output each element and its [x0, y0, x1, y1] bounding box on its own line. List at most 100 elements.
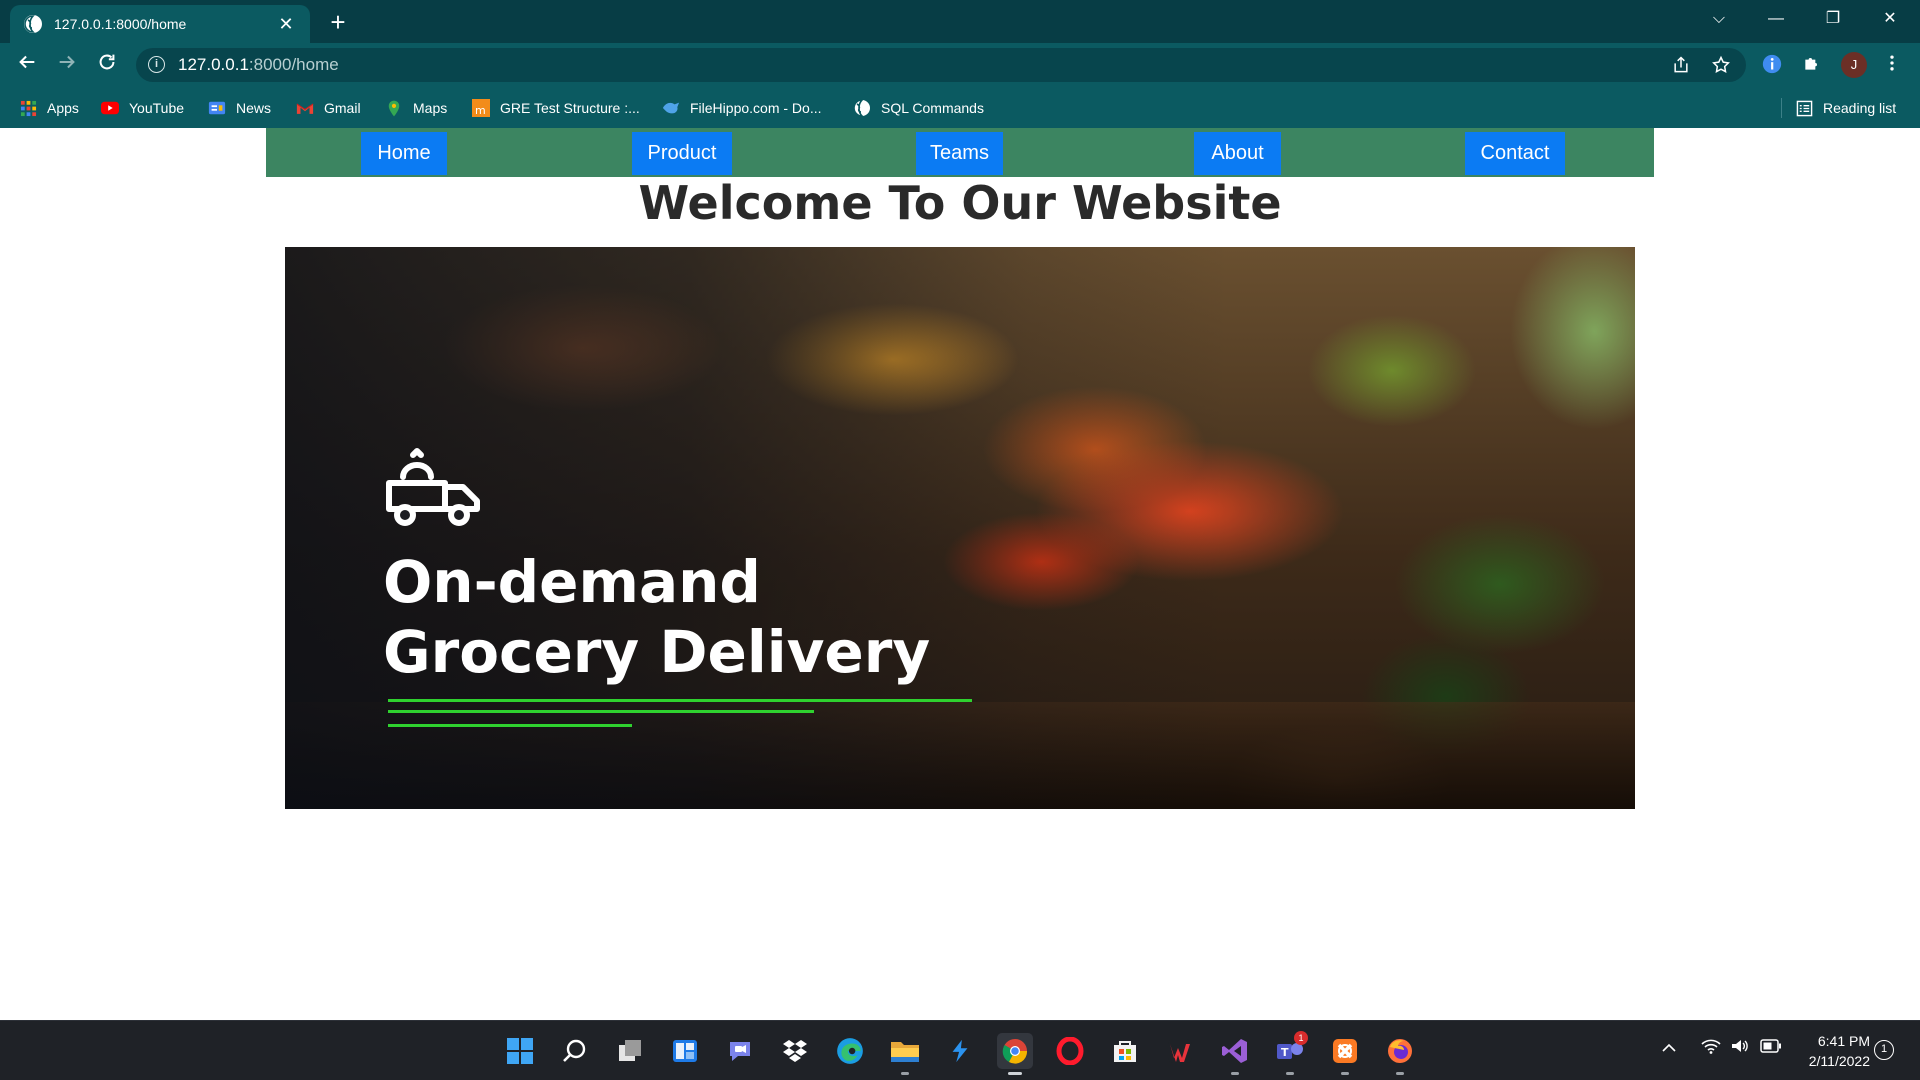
bookmark-news[interactable]: News [208, 97, 271, 119]
tab-title: 127.0.0.1:8000/home [54, 16, 187, 32]
extension-info-icon[interactable] [1760, 53, 1784, 77]
browser-menu-icon[interactable] [1880, 53, 1904, 77]
reading-list-label: Reading list [1823, 100, 1897, 116]
filehippo-icon [662, 99, 680, 117]
wps-office-icon[interactable] [1162, 1033, 1198, 1069]
vscode-app-icon[interactable] [942, 1033, 978, 1069]
xampp-icon[interactable] [1327, 1033, 1363, 1075]
visual-studio-icon[interactable] [1217, 1033, 1253, 1075]
bookmark-apps[interactable]: Apps [19, 97, 79, 119]
reload-button[interactable] [93, 51, 121, 79]
reading-list-button[interactable]: Reading list [1795, 97, 1896, 119]
back-arrow-icon [19, 55, 35, 69]
nav-contact-button[interactable]: Contact [1465, 132, 1565, 175]
bookmark-label: SQL Commands [881, 100, 984, 116]
share-icon[interactable] [1670, 55, 1692, 77]
search-icon[interactable] [557, 1033, 593, 1069]
bookmark-label: GRE Test Structure :... [500, 100, 640, 116]
chrome-app-icon[interactable] [997, 1033, 1033, 1075]
address-bar[interactable]: i 127.0.0.1:8000/home [136, 48, 1746, 82]
opera-icon[interactable] [1052, 1033, 1088, 1069]
running-indicator [1396, 1072, 1404, 1075]
url-text: 127.0.0.1:8000/home [178, 55, 339, 74]
bookmarks-separator [1781, 98, 1782, 118]
nav-product-button[interactable]: Product [632, 132, 732, 175]
bookmark-gmail[interactable]: Gmail [296, 97, 361, 119]
close-window-button[interactable]: ✕ [1867, 4, 1913, 34]
hero-banner-image: On-demand Grocery Delivery [285, 247, 1635, 809]
bookmark-label: Apps [47, 100, 79, 116]
site-navbar: Home Product Teams About Contact [266, 128, 1654, 177]
widgets-icon[interactable] [667, 1033, 703, 1069]
volume-icon[interactable] [1730, 1038, 1750, 1058]
browser-tab[interactable]: 127.0.0.1:8000/home ✕ [10, 5, 310, 43]
running-indicator [1286, 1072, 1294, 1075]
restore-button[interactable]: ❐ [1810, 4, 1856, 34]
hero-line-2: Grocery Delivery [383, 618, 931, 686]
file-explorer-icon[interactable] [887, 1033, 923, 1075]
bookmark-filehippo[interactable]: FileHippo.com - Do... [662, 97, 821, 119]
dropbox-icon[interactable] [777, 1033, 813, 1069]
running-indicator [901, 1072, 909, 1075]
page-title: Welcome To Our Website [638, 176, 1282, 230]
start-windows-icon[interactable] [502, 1033, 538, 1069]
tab-close-icon[interactable]: ✕ [276, 14, 296, 35]
nav-teams-button[interactable]: Teams [916, 132, 1003, 175]
reload-icon [99, 54, 115, 70]
tab-search-icon[interactable]: ⌵ [1696, 4, 1742, 34]
bookmark-label: YouTube [129, 100, 185, 116]
microsoft-store-icon[interactable] [1107, 1033, 1143, 1069]
globe-icon [853, 99, 871, 117]
bookmark-maps[interactable]: Maps [385, 97, 447, 119]
teams-app-icon[interactable]: T 1 [1272, 1031, 1308, 1075]
bookmark-label: FileHippo.com - Do... [690, 100, 822, 116]
bookmark-label: Maps [413, 100, 448, 116]
new-tab-button[interactable]: + [323, 8, 353, 38]
globe-icon [24, 15, 42, 33]
extensions-puzzle-icon[interactable] [1800, 53, 1824, 77]
profile-avatar[interactable]: J [1841, 52, 1867, 78]
running-indicator [1341, 1072, 1349, 1075]
gmail-icon [296, 99, 314, 117]
youtube-icon [101, 99, 119, 117]
clock-time: 6:41 PM [1817, 1033, 1870, 1049]
teams-chat-icon[interactable] [722, 1033, 758, 1069]
task-view-icon[interactable] [612, 1033, 648, 1069]
hero-underline-1 [388, 699, 972, 702]
nav-about-button[interactable]: About [1194, 132, 1281, 175]
bookmark-sql[interactable]: SQL Commands [853, 97, 984, 119]
browser-tabstrip: 127.0.0.1:8000/home ✕ + ⌵ — ❐ ✕ [0, 0, 1920, 43]
google-news-icon [208, 99, 226, 117]
bookmark-gre[interactable]: m GRE Test Structure :... [472, 97, 640, 119]
bookmarks-bar: Apps YouTube News Gmail Maps m GRE Test … [0, 87, 1920, 128]
system-clock[interactable]: 6:41 PM 2/11/2022 [1784, 1031, 1870, 1071]
apps-grid-icon [19, 99, 37, 117]
running-indicator [1231, 1072, 1239, 1075]
battery-icon[interactable] [1760, 1039, 1782, 1057]
notification-badge[interactable]: 1 [1874, 1040, 1894, 1060]
site-info-icon[interactable]: i [148, 56, 165, 73]
back-button[interactable] [13, 51, 41, 79]
svg-text:T: T [1281, 1046, 1289, 1059]
active-indicator [1008, 1072, 1022, 1075]
nav-home-button[interactable]: Home [361, 132, 447, 175]
hero-heading: On-demand Grocery Delivery [383, 547, 930, 687]
reading-list-icon [1795, 99, 1813, 117]
hero-underline-2 [388, 710, 814, 713]
teams-badge: 1 [1294, 1031, 1308, 1045]
bookmark-label: Gmail [324, 100, 361, 116]
minimize-button[interactable]: — [1753, 4, 1799, 34]
bookmark-star-icon[interactable] [1710, 55, 1732, 77]
forward-button[interactable] [53, 51, 81, 79]
forward-arrow-icon [59, 55, 75, 69]
magoosh-icon: m [472, 99, 490, 117]
wifi-icon[interactable] [1701, 1038, 1721, 1058]
hero-underline-3 [388, 724, 632, 727]
bookmark-label: News [236, 100, 272, 116]
maps-icon [385, 99, 403, 117]
bookmark-youtube[interactable]: YouTube [101, 97, 184, 119]
show-hidden-icons-chevron-icon[interactable] [1661, 1040, 1677, 1057]
browser-toolbar: i 127.0.0.1:8000/home J [0, 43, 1920, 87]
firefox-icon[interactable] [1382, 1033, 1418, 1075]
edge-browser-icon[interactable] [832, 1033, 868, 1069]
